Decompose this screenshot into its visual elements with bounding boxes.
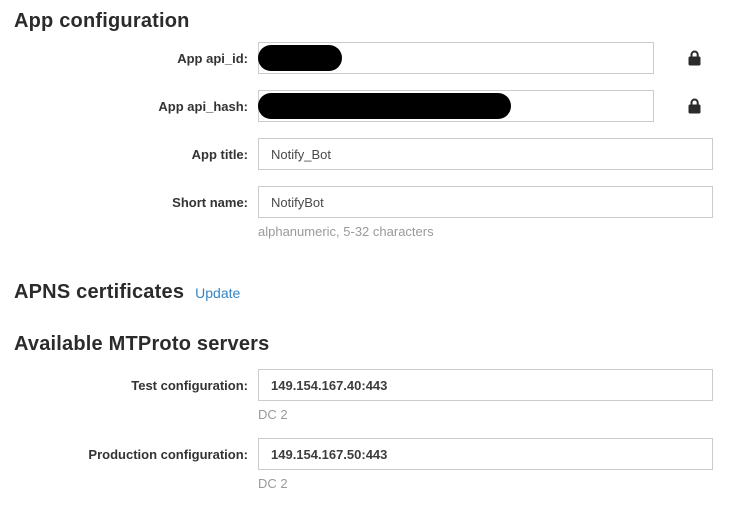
short-name-label: Short name: — [0, 186, 248, 239]
short-name-controls: alphanumeric, 5-32 characters — [258, 186, 713, 239]
api-hash-redaction-overlay — [258, 93, 511, 119]
api-id-redaction-overlay — [258, 45, 342, 71]
app-configuration-heading: App configuration — [14, 8, 752, 34]
production-configuration-controls: DC 2 — [258, 438, 713, 491]
short-name-row: Short name: alphanumeric, 5-32 character… — [0, 186, 752, 239]
test-configuration-label: Test configuration: — [0, 369, 248, 422]
lock-icon — [688, 50, 701, 66]
apns-heading-row: APNS certificates Update — [0, 279, 752, 305]
page: App configuration App api_id: App api_ha… — [0, 0, 752, 491]
lock-icon — [688, 98, 701, 114]
api-hash-controls — [258, 90, 654, 122]
app-title-input[interactable] — [258, 138, 713, 170]
production-dc-hint: DC 2 — [258, 476, 713, 491]
app-title-row: App title: — [0, 138, 752, 170]
mtproto-form: Test configuration: DC 2 Production conf… — [0, 369, 752, 491]
test-configuration-controls: DC 2 — [258, 369, 713, 422]
apns-certificates-heading: APNS certificates — [14, 279, 184, 305]
test-configuration-row: Test configuration: DC 2 — [0, 369, 752, 422]
api-hash-label: App api_hash: — [0, 90, 248, 122]
api-id-controls — [258, 42, 654, 74]
test-configuration-input[interactable] — [258, 369, 713, 401]
api-id-label: App api_id: — [0, 42, 248, 74]
short-name-input[interactable] — [258, 186, 713, 218]
api-hash-row: App api_hash: — [0, 90, 752, 122]
test-dc-hint: DC 2 — [258, 407, 713, 422]
production-configuration-row: Production configuration: DC 2 — [0, 438, 752, 491]
production-configuration-input[interactable] — [258, 438, 713, 470]
app-title-label: App title: — [0, 138, 248, 170]
production-configuration-label: Production configuration: — [0, 438, 248, 491]
apns-update-link[interactable]: Update — [195, 285, 240, 301]
app-configuration-form: App api_id: App api_hash: — [0, 42, 752, 239]
mtproto-servers-heading: Available MTProto servers — [14, 331, 752, 357]
api-id-row: App api_id: — [0, 42, 752, 74]
short-name-hint: alphanumeric, 5-32 characters — [258, 224, 713, 239]
app-title-controls — [258, 138, 713, 170]
